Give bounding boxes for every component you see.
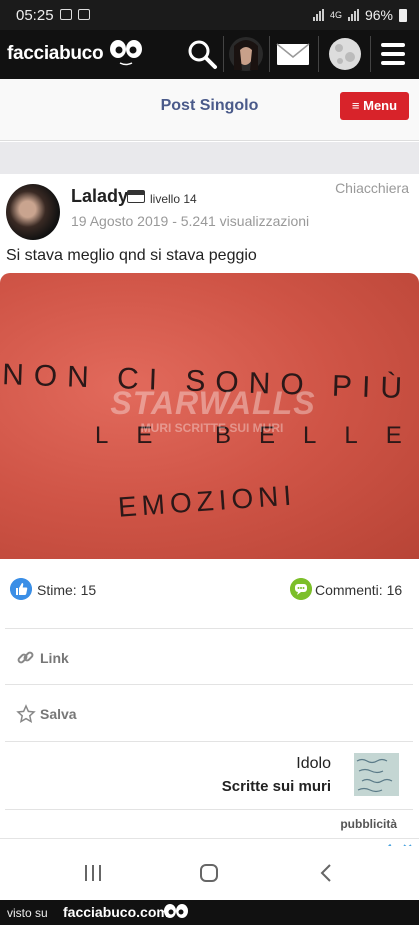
app-header: facciabuco bbox=[0, 30, 419, 79]
ad-banner[interactable] bbox=[0, 838, 419, 853]
system-nav-bar bbox=[0, 846, 419, 900]
watermark-footer: visto su facciabuco.com bbox=[0, 900, 419, 925]
profile-avatar-icon[interactable] bbox=[228, 36, 264, 72]
page-subheader: Post Singolo ≡ Menu bbox=[0, 79, 419, 141]
post-image[interactable]: NON CI SONO PIÙ LE BELLE EMOZIONI STARWA… bbox=[0, 273, 419, 559]
logo-eyes-icon bbox=[110, 40, 142, 66]
hamburger-menu-icon[interactable] bbox=[376, 36, 412, 72]
comment-icon[interactable] bbox=[290, 578, 312, 600]
header-divider bbox=[370, 36, 371, 72]
save-label: Salva bbox=[40, 706, 77, 722]
link-label: Link bbox=[40, 650, 69, 666]
likes-count[interactable]: Stime: 15 bbox=[37, 582, 96, 598]
image-watermark: STARWALLS bbox=[110, 385, 316, 421]
level-badge-icon bbox=[127, 190, 145, 203]
footer-eyes-icon bbox=[164, 904, 188, 918]
back-icon[interactable] bbox=[315, 862, 339, 884]
status-time: 05:25 bbox=[16, 7, 54, 24]
battery-level: 96% bbox=[364, 7, 393, 23]
home-icon[interactable] bbox=[197, 862, 221, 884]
divider bbox=[5, 628, 413, 629]
post-meta: 19 Agosto 2019 - 5.241 visualizzazioni bbox=[71, 213, 310, 229]
related-post[interactable]: Idolo Scritte sui muri bbox=[99, 751, 399, 801]
star-icon bbox=[16, 704, 36, 723]
battery-icon bbox=[399, 8, 407, 22]
site-logo[interactable]: facciabuco bbox=[7, 43, 104, 65]
header-divider bbox=[223, 36, 224, 72]
status-bar: 05:25 4G 96% bbox=[0, 0, 419, 30]
recent-apps-icon[interactable] bbox=[81, 862, 105, 884]
thumbs-up-icon[interactable] bbox=[10, 578, 32, 600]
save-button[interactable]: Salva bbox=[16, 704, 77, 724]
author-name[interactable]: Lalady bbox=[71, 186, 128, 207]
header-divider bbox=[318, 36, 319, 72]
search-icon[interactable] bbox=[184, 36, 220, 72]
divider bbox=[5, 809, 413, 810]
related-thumbnail[interactable] bbox=[354, 753, 399, 796]
ad-label: pubblicità bbox=[340, 817, 397, 831]
image-line-3: EMOZIONI bbox=[117, 479, 297, 522]
author-avatar[interactable] bbox=[6, 184, 60, 240]
post-category[interactable]: Chiacchiera bbox=[335, 180, 409, 196]
footer-seen-on: visto su bbox=[7, 906, 48, 920]
mail-icon[interactable] bbox=[275, 36, 311, 72]
divider bbox=[5, 741, 413, 742]
wifi-signal-icon bbox=[312, 9, 324, 21]
related-category[interactable]: Scritte sui muri bbox=[222, 778, 331, 795]
network-type: 4G bbox=[329, 10, 342, 20]
comments-count[interactable]: Commenti: 16 bbox=[315, 582, 402, 598]
author-level: livello 14 bbox=[150, 192, 197, 206]
app-notification-icon bbox=[78, 9, 90, 20]
notification-icons bbox=[60, 9, 90, 20]
related-title[interactable]: Idolo bbox=[296, 755, 331, 773]
gallery-notification-icon bbox=[60, 9, 72, 20]
globe-icon[interactable] bbox=[327, 36, 363, 72]
menu-button[interactable]: ≡ Menu bbox=[340, 92, 409, 120]
link-button[interactable]: Link bbox=[16, 648, 69, 668]
divider bbox=[5, 684, 413, 685]
post-text: Si stava meglio qnd si stava peggio bbox=[6, 247, 257, 264]
link-icon bbox=[17, 651, 34, 664]
post-stats: Stime: 15 Commenti: 16 bbox=[0, 570, 419, 614]
section-spacer bbox=[0, 142, 419, 174]
image-watermark-sub: MURI SCRITTE SUI MURI bbox=[140, 421, 284, 435]
header-divider bbox=[269, 36, 270, 72]
cell-signal-icon bbox=[347, 9, 359, 21]
footer-brand: facciabuco.com bbox=[63, 904, 169, 920]
